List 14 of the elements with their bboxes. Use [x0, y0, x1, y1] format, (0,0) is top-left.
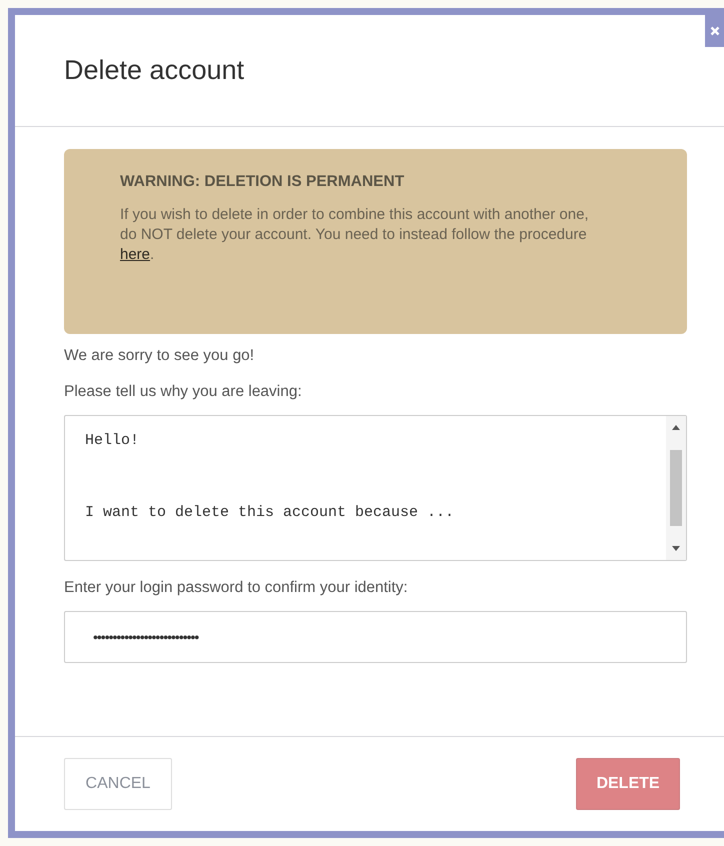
dialog-title: Delete account [64, 55, 244, 86]
warning-heading: WARNING: DELETION IS PERMANENT [120, 173, 406, 191]
scrollbar[interactable] [666, 416, 686, 560]
scroll-up-arrow-icon[interactable] [672, 425, 680, 430]
password-label: Enter your login password to confirm your identity: [64, 579, 409, 597]
scroll-down-arrow-icon[interactable] [672, 546, 680, 551]
procedure-link[interactable]: here [120, 246, 150, 263]
reason-field[interactable]: Hello! I want to delete this account because ... [64, 415, 687, 561]
farewell-text: We are sorry to see you go! [64, 347, 256, 365]
reason-label: Please tell us why you are leaving: [64, 383, 303, 401]
warning-text: If you wish to delete in order to combine this account with another one, do NOT delete your account. You need to instead follow the procedure here. [120, 205, 590, 265]
close-button[interactable] [705, 15, 724, 47]
password-field[interactable]: ••••••••••••••••••••••••••• [64, 611, 687, 663]
close-icon [710, 26, 720, 36]
